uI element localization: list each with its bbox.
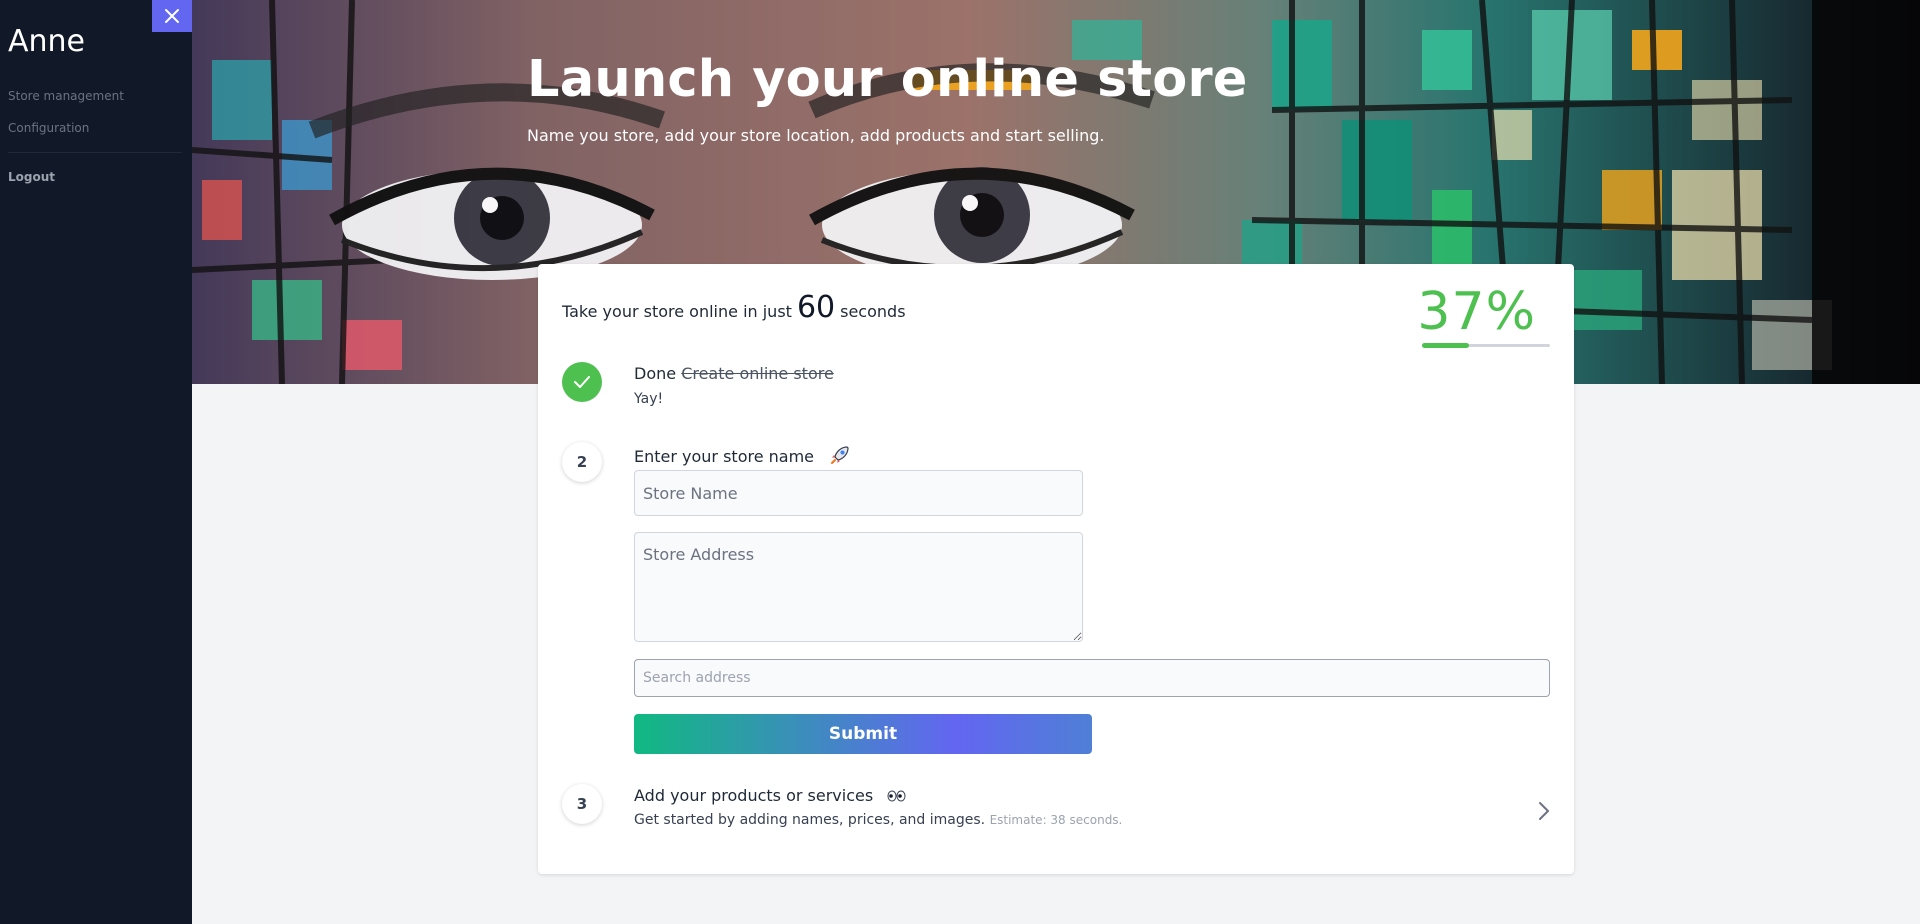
page-title: Launch your online store (527, 50, 1248, 109)
step-3-estimate: Estimate: 38 seconds. (989, 813, 1123, 827)
rocket-icon (831, 446, 849, 464)
progress-bar (1422, 343, 1550, 348)
step-1-status-label: Done (634, 364, 677, 383)
sidebar-item-store-management[interactable]: Store management (8, 89, 124, 103)
intro-seconds-number: 60 (796, 290, 836, 325)
add-products-step[interactable]: 3 Add your products or services Get star… (538, 784, 1574, 844)
step-2-number: 2 (562, 442, 602, 482)
step-2-name: Enter your store name (634, 447, 815, 466)
step-1-subtitle: Yay! (634, 391, 664, 407)
step-2-title: Enter your store name (634, 444, 851, 466)
store-address-textarea[interactable] (634, 532, 1083, 642)
progress-bar-fill (1422, 343, 1470, 348)
chevron-right-icon (1539, 802, 1549, 820)
sidebar-item-configuration[interactable]: Configuration (8, 121, 89, 135)
brand-name: Anne (8, 24, 86, 59)
step-3-number: 3 (562, 784, 602, 824)
search-address-input[interactable] (634, 659, 1550, 697)
onboarding-intro: Take your store online in just 60 second… (562, 290, 906, 325)
step-3-name: Add your products or services (634, 786, 874, 805)
sidebar: Anne Store management Configuration Logo… (0, 0, 192, 924)
step-1-title: Done Create online store (634, 364, 834, 383)
eyes-icon (887, 790, 906, 802)
intro-prefix: Take your store online in just (562, 302, 792, 321)
check-icon (574, 376, 590, 388)
onboarding-card: Take your store online in just 60 second… (538, 264, 1574, 874)
logout-link[interactable]: Logout (8, 170, 55, 184)
intro-suffix: seconds (840, 302, 906, 321)
store-name-input[interactable] (634, 470, 1083, 516)
submit-button[interactable]: Submit (634, 714, 1092, 754)
step-1-name: Create online store (681, 364, 834, 383)
close-icon (165, 9, 179, 23)
step-3-description-text: Get started by adding names, prices, and… (634, 812, 986, 828)
step-3-description: Get started by adding names, prices, and… (634, 812, 1122, 828)
step-3-title: Add your products or services (634, 786, 906, 805)
sidebar-divider (8, 152, 182, 153)
step-1-status (562, 362, 602, 402)
page-subtitle: Name you store, add your store location,… (527, 126, 1105, 145)
progress-percentage: 37% (1417, 282, 1536, 342)
close-sidebar-button[interactable] (152, 0, 192, 32)
